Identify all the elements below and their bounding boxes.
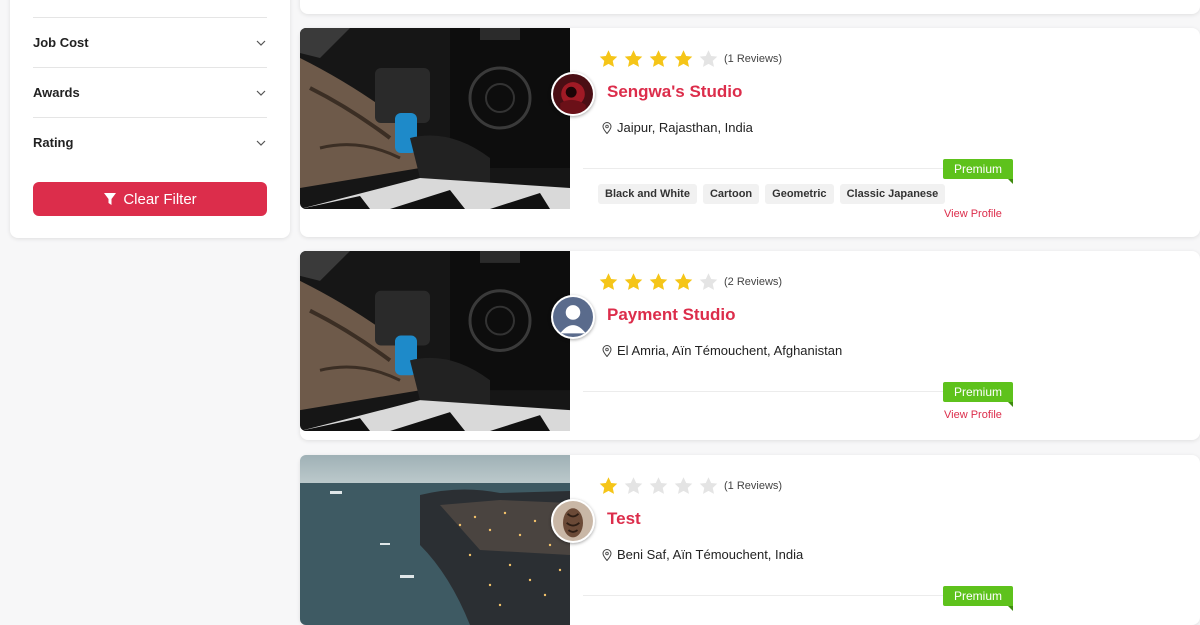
clear-filter-button[interactable]: Clear Filter	[33, 182, 267, 216]
star-rating: (2 Reviews)	[598, 272, 782, 292]
location-text: El Amria, Aïn Témouchent, Afghanistan	[617, 343, 843, 358]
studio-name-link[interactable]: Sengwa's Studio	[607, 82, 742, 102]
filter-icon	[104, 193, 117, 205]
listing-card: (1 Reviews) Sengwa's Studio Jaipur, Raja…	[300, 28, 1200, 237]
style-tag[interactable]: Cartoon	[702, 184, 760, 204]
premium-label: Premium	[953, 385, 1002, 399]
studio-name-link[interactable]: Payment Studio	[607, 305, 735, 325]
star-filled-icon	[624, 50, 643, 67]
star-rating: (1 Reviews)	[598, 49, 782, 69]
premium-badge: Premium	[943, 159, 1013, 184]
star-empty-icon	[674, 477, 693, 494]
location-text: Beni Saf, Aïn Témouchent, India	[617, 547, 804, 562]
map-pin-icon	[602, 121, 612, 134]
style-tag[interactable]: Classic Japanese	[839, 184, 946, 204]
premium-badge: Premium	[943, 586, 1013, 611]
listing-card-partial	[300, 0, 1200, 14]
view-profile-link[interactable]: View Profile	[944, 409, 1002, 421]
star-filled-icon	[624, 273, 643, 290]
star-empty-icon	[699, 273, 718, 290]
star-empty-icon	[649, 477, 668, 494]
filter-job-cost[interactable]: Job Cost	[33, 17, 267, 67]
badge-fold	[1008, 606, 1013, 611]
chevron-down-icon	[256, 140, 266, 146]
tattoo-artist-photo[interactable]	[300, 251, 570, 431]
view-profile-link[interactable]: View Profile	[944, 208, 1002, 220]
badge-fold	[1008, 402, 1013, 407]
star-empty-icon	[699, 50, 718, 67]
filter-label: Rating	[33, 135, 74, 150]
divider	[583, 595, 963, 596]
location-text: Jaipur, Rajasthan, India	[617, 120, 753, 135]
map-pin-icon	[602, 548, 612, 561]
filter-rating[interactable]: Rating	[33, 117, 267, 167]
review-count: (2 Reviews)	[724, 276, 783, 288]
badge-fold	[1008, 179, 1013, 184]
listing-card: (2 Reviews) Payment Studio El Amria, Aïn…	[300, 251, 1200, 440]
location: El Amria, Aïn Témouchent, Afghanistan	[602, 343, 842, 358]
star-filled-icon	[599, 273, 618, 290]
star-rating: (1 Reviews)	[598, 476, 782, 496]
divider	[583, 391, 963, 392]
filter-sidebar: Job Cost Awards Rating Clear Filter	[10, 0, 290, 238]
map-pin-icon	[602, 344, 612, 357]
chevron-down-icon	[256, 40, 266, 46]
star-filled-icon	[649, 50, 668, 67]
filter-label: Job Cost	[33, 35, 89, 50]
chevron-down-icon	[256, 90, 266, 96]
style-tags: Black and White Cartoon Geometric Classi…	[598, 184, 946, 204]
location: Jaipur, Rajasthan, India	[602, 120, 753, 135]
style-tag[interactable]: Black and White	[598, 184, 697, 204]
filter-label: Awards	[33, 85, 80, 100]
review-count: (1 Reviews)	[724, 480, 783, 492]
star-filled-icon	[674, 50, 693, 67]
studio-logo-avatar[interactable]	[551, 72, 595, 116]
premium-label: Premium	[953, 589, 1002, 603]
premium-label: Premium	[953, 162, 1002, 176]
star-filled-icon	[599, 477, 618, 494]
review-count: (1 Reviews)	[724, 53, 783, 65]
filter-awards[interactable]: Awards	[33, 67, 267, 117]
style-tag[interactable]: Geometric	[765, 184, 834, 204]
star-filled-icon	[599, 50, 618, 67]
tattoo-avatar[interactable]	[551, 499, 595, 543]
default-user-avatar[interactable]	[551, 295, 595, 339]
divider	[583, 168, 963, 169]
studio-name-link[interactable]: Test	[607, 509, 641, 529]
location: Beni Saf, Aïn Témouchent, India	[602, 547, 803, 562]
star-filled-icon	[649, 273, 668, 290]
star-empty-icon	[624, 477, 643, 494]
premium-badge: Premium	[943, 382, 1013, 407]
star-empty-icon	[699, 477, 718, 494]
clear-filter-label: Clear Filter	[123, 190, 197, 208]
star-filled-icon	[674, 273, 693, 290]
tattoo-artist-photo[interactable]	[300, 28, 570, 209]
